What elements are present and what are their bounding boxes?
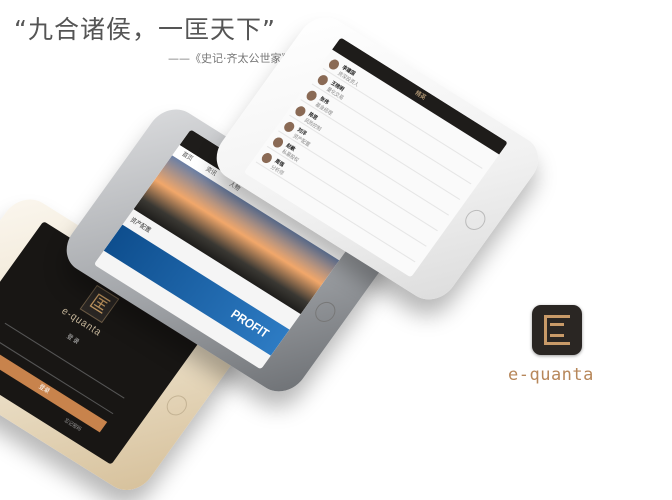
brand-logo-icon — [532, 305, 582, 355]
quote-text: “九合诸侯，一匡天下” — [14, 15, 276, 44]
avatar — [326, 57, 342, 72]
avatar — [282, 120, 297, 134]
login-title: 登 录 — [65, 333, 80, 346]
brand-text: e-quanta — [508, 365, 594, 385]
avatar — [270, 135, 286, 150]
logo-glyph-inner — [550, 323, 564, 337]
home-button — [311, 298, 340, 326]
home-button — [461, 206, 490, 234]
avatar — [315, 73, 330, 87]
avatar — [293, 104, 308, 119]
quote-source: ——《史记·齐太公世家》 — [168, 52, 293, 65]
avatar — [304, 88, 319, 103]
avatar — [259, 151, 274, 165]
profit-text: PROFIT — [228, 306, 272, 341]
